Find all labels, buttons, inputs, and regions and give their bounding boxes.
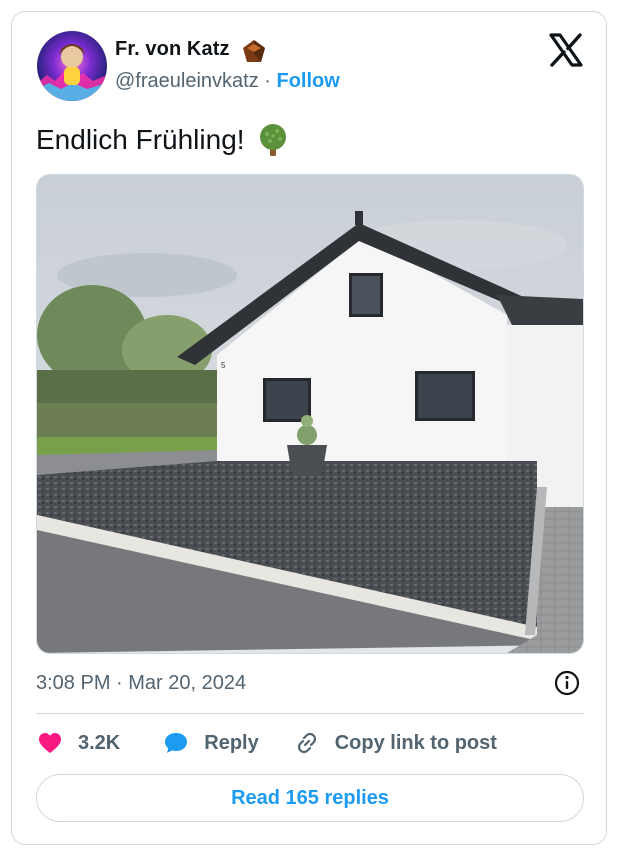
link-icon xyxy=(297,732,316,754)
read-replies-button[interactable]: Read 165 replies xyxy=(36,774,584,822)
copy-link-label: Copy link to post xyxy=(334,731,497,754)
reply-label: Reply xyxy=(204,731,259,754)
separator: · xyxy=(264,70,271,92)
author-handle-row: @fraeuleinvkatz · Follow xyxy=(115,70,340,93)
tweet-text-content: Endlich Frühling! xyxy=(36,124,245,155)
x-logo-icon[interactable] xyxy=(548,32,584,68)
author-display-name[interactable]: Fr. von Katz xyxy=(115,38,230,61)
action-bar: 3.2K Reply Copy link to post xyxy=(36,728,497,758)
tweet-card: Fr. von Katz @fraeuleinvkatz · Follow En… xyxy=(11,11,607,845)
reply-bubble-icon xyxy=(165,733,188,753)
info-icon[interactable] xyxy=(553,669,581,697)
divider xyxy=(36,713,584,714)
avatar[interactable] xyxy=(37,31,107,101)
author-handle[interactable]: @fraeuleinvkatz xyxy=(115,70,259,92)
tweet-text: Endlich Frühling! xyxy=(36,122,291,158)
tweet-timestamp[interactable]: 3:08 PM · Mar 20, 2024 xyxy=(36,672,246,695)
svg-text:5: 5 xyxy=(221,361,226,370)
like-count: 3.2K xyxy=(78,731,121,754)
book-badge-icon xyxy=(243,40,265,62)
tweet-photo[interactable]: 5 xyxy=(36,174,584,654)
reply-button[interactable]: Reply xyxy=(162,729,259,757)
heart-icon xyxy=(39,733,61,753)
copy-link-button[interactable]: Copy link to post xyxy=(293,729,497,757)
like-button[interactable]: 3.2K xyxy=(36,729,120,757)
deciduous-tree-icon xyxy=(259,124,286,156)
follow-button[interactable]: Follow xyxy=(277,70,340,92)
